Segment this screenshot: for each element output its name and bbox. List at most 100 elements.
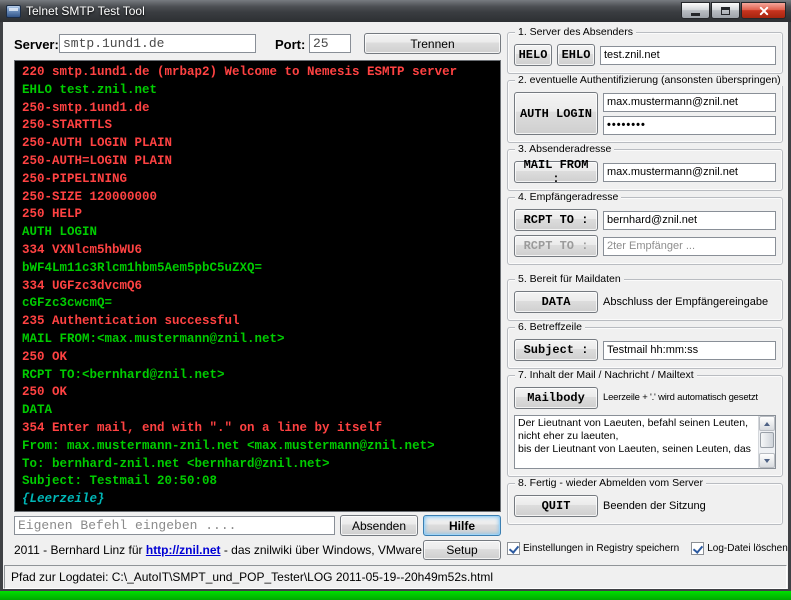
port-input[interactable] [309,34,351,53]
registry-checkbox[interactable] [507,542,520,555]
groupbox-quit: 8. Fertig - wieder Abmelden vom Server Q… [507,477,783,525]
terminal-line: 220 smtp.1und1.de (mrbap2) Welcome to Ne… [22,65,458,79]
credit-line: 2011 - Bernhard Linz für http://znil.net… [14,543,476,557]
statusbar: Pfad zur Logdatei: C:\_AutoIT\SMPT_und_P… [4,565,787,589]
groupbox-data: 5. Bereit für Maildaten DATA Abschluss d… [507,273,783,321]
mailbody-scrollbar[interactable] [758,416,775,468]
maximize-icon [721,6,730,15]
log-path-text: Pfad zur Logdatei: C:\_AutoIT\SMPT_und_P… [11,570,494,584]
terminal-line: 250 OK [22,385,68,400]
mail-from-input[interactable] [603,162,776,182]
titlebar[interactable]: Telnet SMTP Test Tool [0,0,791,22]
screen: Telnet SMTP Test Tool Server: Port: Tren… [0,0,791,600]
groupbox-auth: 2. eventuelle Authentifizierung (ansonst… [507,74,784,143]
options-row: Einstellungen in Registry speichern Log-… [507,542,788,555]
send-button[interactable]: Absenden [340,515,418,536]
terminal-line: bWF4Lm11c3Rlcm1hbm5Aem5pbC5uZXQ= [22,260,263,275]
helo-host-input[interactable] [600,45,776,65]
app-window: Telnet SMTP Test Tool Server: Port: Tren… [0,0,791,593]
custom-command-input[interactable] [14,516,335,535]
credit-prefix: 2011 - Bernhard Linz für [14,543,146,557]
scrollbar-thumb[interactable] [760,432,774,448]
minimize-button[interactable] [681,2,710,19]
rcpt-to-input[interactable] [603,210,776,230]
terminal-line: 250-smtp.1und1.de [22,100,150,115]
registry-checkbox-label: Einstellungen in Registry speichern [523,543,680,554]
terminal-output: 220 smtp.1und1.de (mrbap2) Welcome to Ne… [14,60,501,512]
groupbox-mail-from: 3. Absenderadresse MAIL FROM : [507,143,783,191]
groupbox-title: 3. Absenderadresse [515,143,615,155]
quit-note: Beenden der Sitzung [603,500,706,512]
terminal-line: 250-AUTH=LOGIN PLAIN [22,153,173,168]
terminal-line: cGFzc3cwcmQ= [22,296,113,311]
mailbody-note: Leerzeile + '.' wird automatisch gesetzt [603,392,758,403]
terminal-line: 235 Authentication successful [22,314,240,329]
terminal-line: From: max.mustermann-znil.net <max.muste… [22,438,435,453]
groupbox-title: 6. Betreffzeile [515,321,586,333]
terminal-line: 334 UGFzc3dvcmQ6 [22,278,143,293]
groupbox-title: 2. eventuelle Authentifizierung (ansonst… [515,74,784,86]
window-title: Telnet SMTP Test Tool [26,4,145,18]
mail-from-button[interactable]: MAIL FROM : [514,158,598,186]
terminal-line: 250 HELP [22,207,83,222]
groupbox-subject: 6. Betreffzeile Subject : [507,321,783,369]
arrow-up-icon [764,421,770,426]
delete-log-checkbox[interactable] [691,542,705,555]
minimize-icon [691,12,700,16]
groupbox-title: 8. Fertig - wieder Abmelden vom Server [515,477,706,489]
terminal-line: MAIL FROM:<max.mustermann@znil.net> [22,331,285,346]
maximize-button[interactable] [711,2,740,19]
close-button[interactable] [741,2,786,19]
groupbox-title: 1. Server des Absenders [515,26,636,38]
groupbox-mailbody: 7. Inhalt der Mail / Nachricht / Mailtex… [507,369,783,477]
groupbox-title: 5. Bereit für Maildaten [515,273,624,285]
data-button[interactable]: DATA [514,291,598,313]
scroll-up-button[interactable] [759,416,775,431]
terminal-line: 250-STARTTLS [22,118,113,133]
ehlo-button[interactable]: EHLO [557,44,595,66]
desktop-background [0,591,791,600]
terminal-line: 250-PIPELINING [22,171,128,186]
auth-user-input[interactable] [603,92,776,112]
server-label: Server: [14,37,59,52]
znil-link[interactable]: http://znil.net [146,543,221,557]
auth-password-input[interactable] [603,115,776,135]
groupbox-title: 7. Inhalt der Mail / Nachricht / Mailtex… [515,369,697,381]
right-panel: 1. Server des Absenders HELO EHLO 2. eve… [507,26,784,531]
terminal-line: Subject: Testmail 20:50:08 [22,474,218,489]
terminal-line: 354 Enter mail, end with "." on a line b… [22,420,383,435]
helo-button[interactable]: HELO [514,44,552,66]
arrow-down-icon [764,458,770,463]
help-button[interactable]: Hilfe [423,515,501,536]
terminal-line: 250-AUTH LOGIN PLAIN [22,136,173,151]
disconnect-button[interactable]: Trennen [364,33,501,54]
port-label: Port: [275,37,306,52]
mailbody-textarea[interactable]: Der Lieutnant von Laeuten, befahl seinen… [514,415,776,469]
mailbody-content: Der Lieutnant von Laeuten, befahl seinen… [518,417,751,455]
app-icon [6,4,21,18]
terminal-line: RCPT TO:<bernhard@znil.net> [22,367,225,382]
subject-button[interactable]: Subject : [514,339,598,361]
terminal-line: {Leerzeile} [22,492,105,507]
terminal-line: AUTH LOGIN [22,225,98,240]
delete-log-checkbox-label: Log-Datei löschen [707,543,788,554]
terminal-line: DATA [22,403,53,418]
terminal-line: 250 OK [22,349,68,364]
groupbox-rcpt-to: 4. Empfängeradresse RCPT TO : RCPT TO : [507,191,783,265]
terminal-line: EHLO test.znil.net [22,82,158,97]
window-controls [681,2,786,19]
scroll-down-button[interactable] [759,453,775,468]
auth-login-button[interactable]: AUTH LOGIN [514,92,598,135]
terminal-line: 250-SIZE 120000000 [22,189,158,204]
setup-button[interactable]: Setup [423,540,501,560]
subject-input[interactable] [603,340,776,360]
rcpt-to-button[interactable]: RCPT TO : [514,209,598,231]
groupbox-server-helo: 1. Server des Absenders HELO EHLO [507,26,783,74]
mailbody-button[interactable]: Mailbody [514,387,598,409]
terminal-line: To: bernhard-znil.net <bernhard@znil.net… [22,456,330,471]
terminal-line: 334 VXNlcm5hbWU6 [22,242,143,257]
rcpt-to-2-input [603,236,776,256]
data-note: Abschluss der Empfängereingabe [603,296,769,308]
quit-button[interactable]: QUIT [514,495,598,517]
server-input[interactable] [59,34,256,53]
